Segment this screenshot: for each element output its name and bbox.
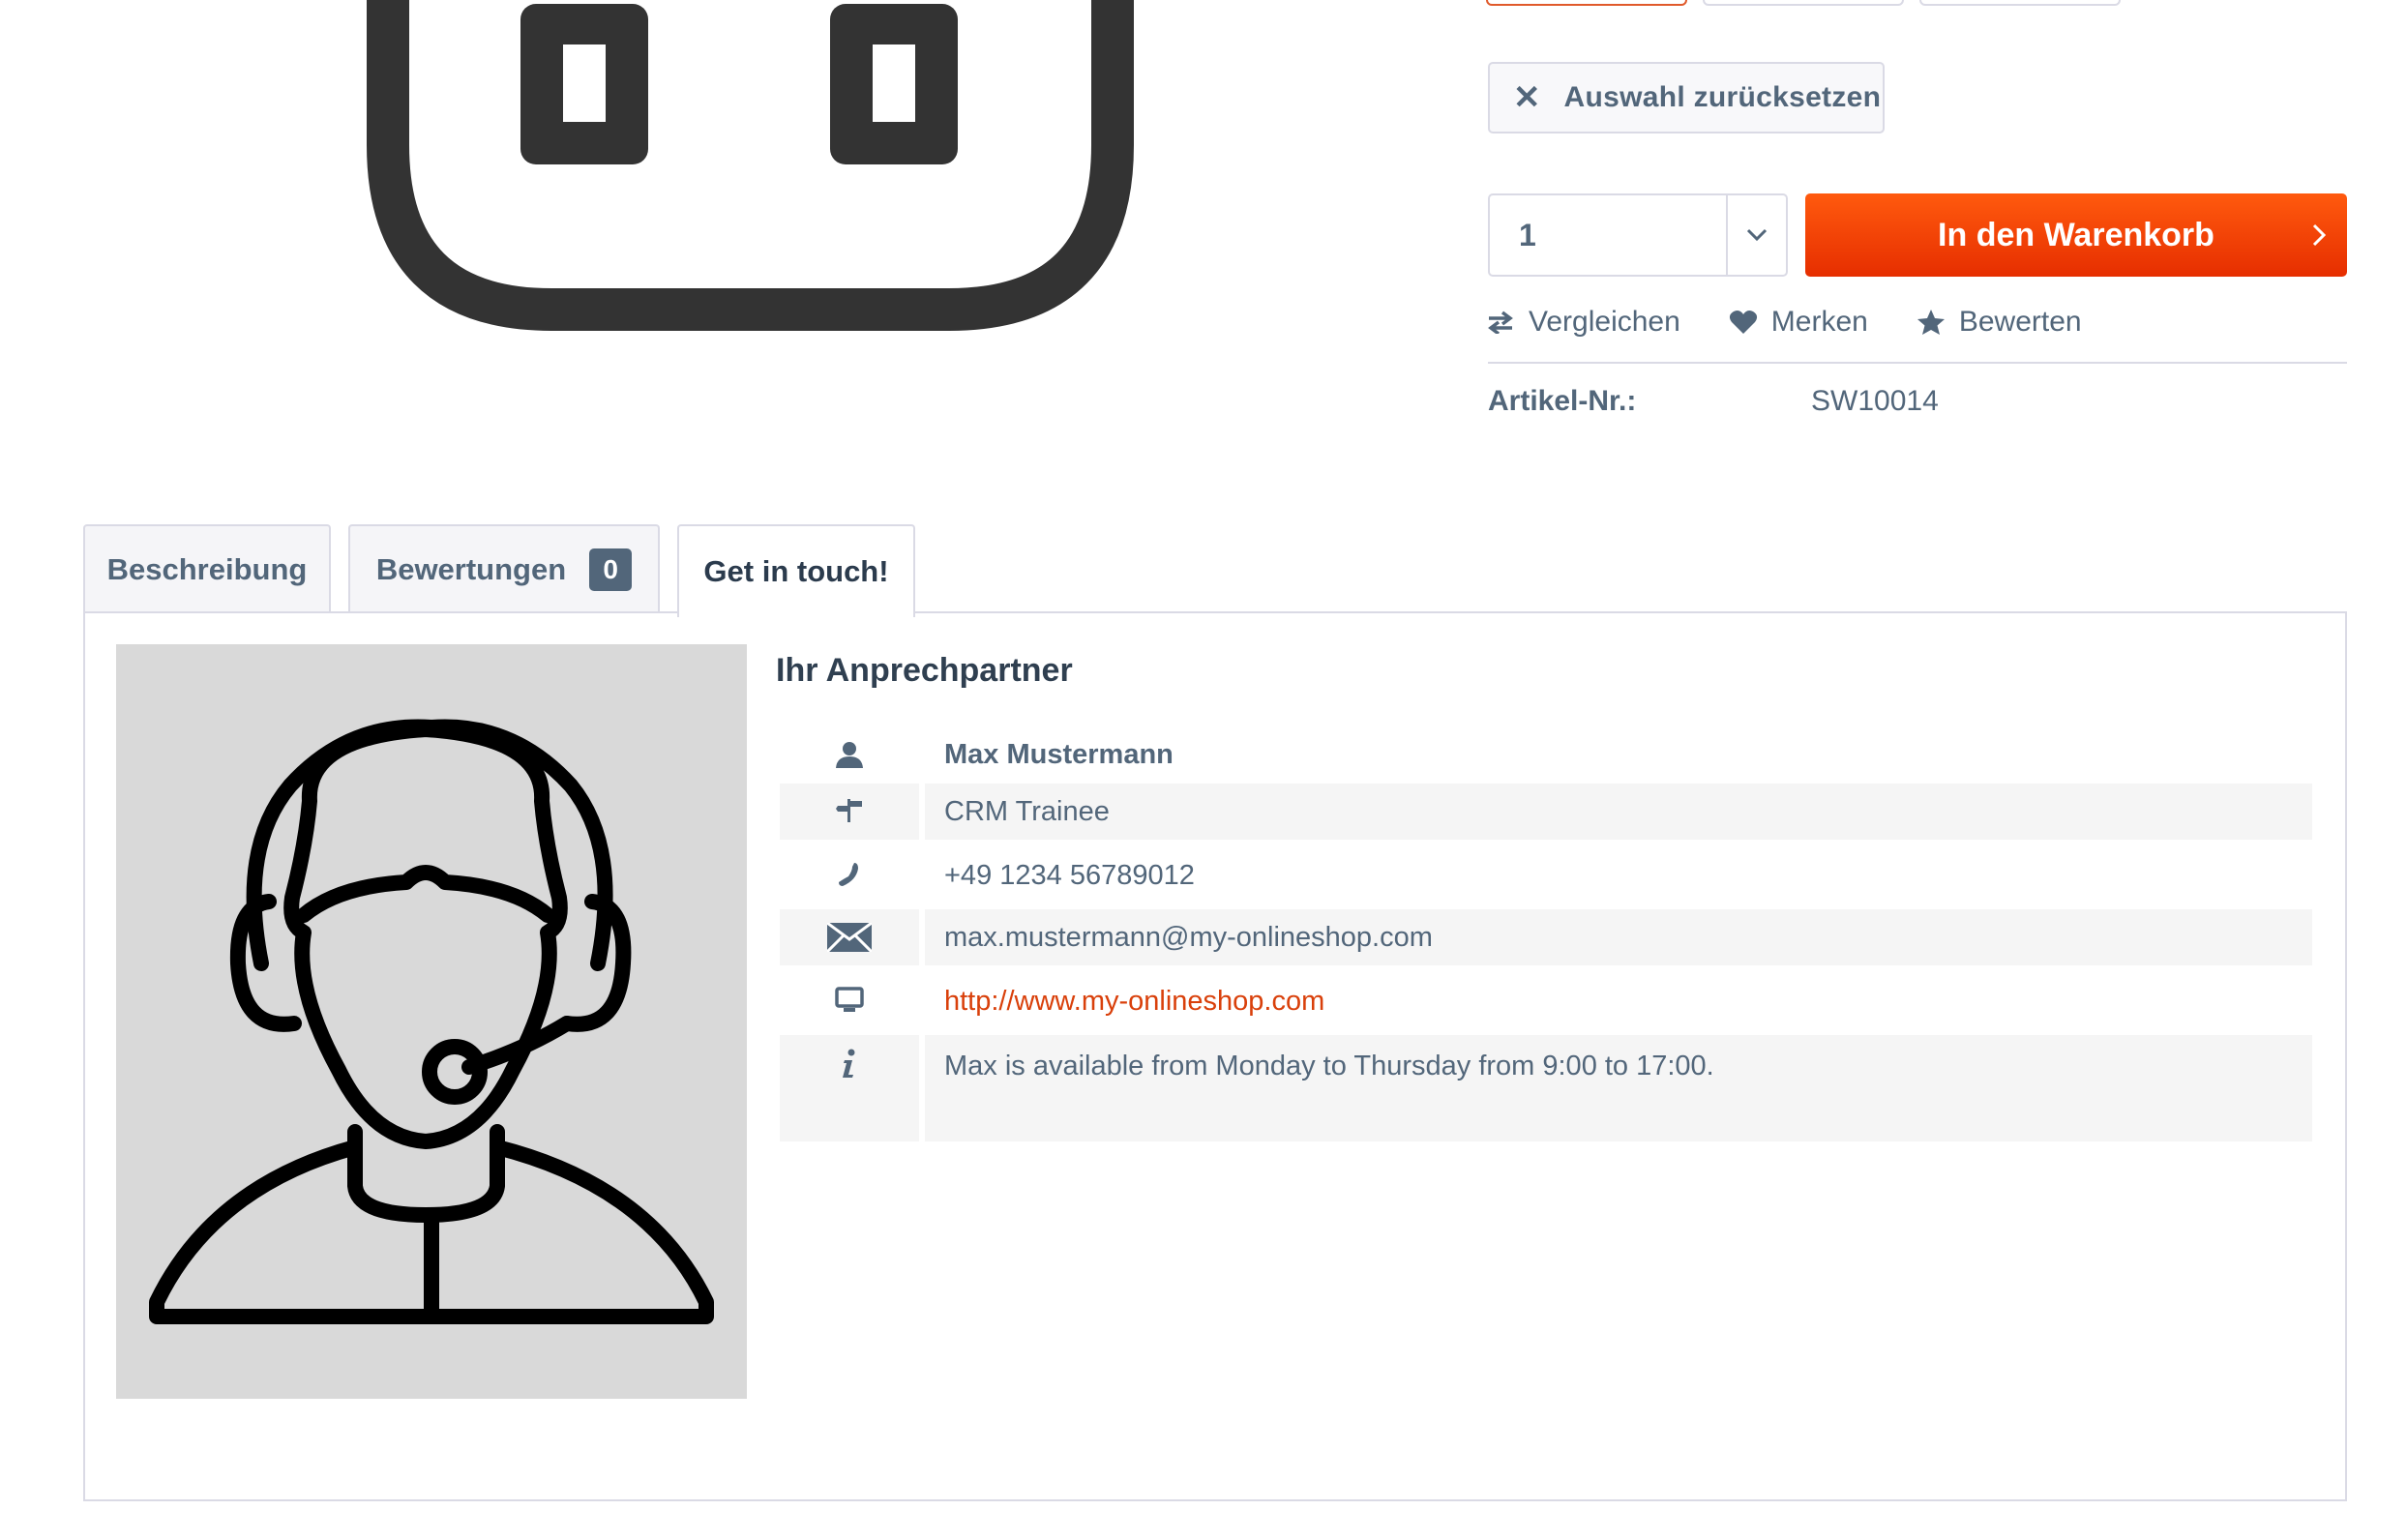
tab-reviews[interactable]: Bewertungen 0 [348, 524, 660, 613]
rate-label: Bewerten [1958, 306, 2082, 338]
contact-heading: Ihr Anprechpartner [776, 652, 1073, 689]
compare-arrows-icon [1486, 308, 1515, 337]
rate-link[interactable]: Bewerten [1917, 306, 2082, 339]
quantity-value: 1 [1519, 217, 1536, 252]
contact-availability-row: Max is available from Monday to Thursday… [780, 1035, 2312, 1141]
divider [1488, 362, 2347, 364]
article-number-label: Artikel-Nr.: [1488, 385, 1637, 417]
reset-selection-label: Auswahl zurücksetzen [1563, 81, 1882, 113]
heart-icon [1729, 308, 1758, 337]
product-image [0, 0, 1471, 464]
user-icon [780, 727, 919, 782]
contact-availability: Max is available from Monday to Thursday… [925, 1035, 2312, 1141]
info-icon [780, 1035, 919, 1141]
contact-position-row: CRM Trainee [780, 784, 2312, 840]
close-icon: ✕ [1513, 79, 1541, 116]
quantity-select[interactable]: 1 [1488, 193, 1788, 277]
review-count-badge: 0 [589, 548, 633, 591]
contact-name: Max Mustermann [944, 738, 1174, 770]
chevron-right-icon [2312, 193, 2326, 277]
product-page: ✕ Auswahl zurücksetzen 1 In den Warenkor… [0, 0, 2407, 1540]
contact-phone[interactable]: +49 1234 56789012 [925, 847, 2312, 903]
signpost-icon [780, 784, 919, 840]
wishlist-label: Merken [1770, 306, 1868, 338]
contact-avatar [116, 644, 747, 1399]
tab-label: Beschreibung [106, 552, 308, 586]
star-icon [1917, 308, 1946, 337]
tab-label: Get in touch! [703, 554, 889, 588]
chevron-down-icon[interactable] [1726, 195, 1786, 275]
contact-email-row: max.mustermann@my-onlineshop.com [780, 909, 2312, 965]
article-number-value: SW10014 [1811, 385, 1939, 417]
variant-swatch[interactable] [1919, 0, 2121, 6]
tab-get-in-touch[interactable]: Get in touch! [677, 524, 915, 617]
variant-swatch[interactable] [1703, 0, 1904, 6]
add-to-cart-label: In den Warenkorb [1938, 216, 2214, 253]
contact-website-link[interactable]: http://www.my-onlineshop.com [925, 973, 2312, 1029]
wishlist-link[interactable]: Merken [1729, 306, 1868, 339]
tab-description[interactable]: Beschreibung [83, 524, 331, 613]
phone-icon [780, 847, 919, 903]
tab-label: Bewertungen [375, 552, 567, 586]
contact-website-row: http://www.my-onlineshop.com [780, 973, 2312, 1029]
variant-swatch-selected[interactable] [1486, 0, 1687, 6]
contact-name-row: Max Mustermann [780, 727, 2312, 782]
add-to-cart-button[interactable]: In den Warenkorb [1805, 193, 2347, 277]
monitor-icon [780, 973, 919, 1029]
product-actions: Vergleichen Merken Bewerten [1486, 306, 2130, 339]
contact-position: CRM Trainee [925, 784, 2312, 840]
contact-phone-row: +49 1234 56789012 [780, 847, 2312, 903]
compare-label: Vergleichen [1529, 306, 1680, 338]
envelope-icon [780, 909, 919, 965]
reset-selection-button[interactable]: ✕ Auswahl zurücksetzen [1488, 62, 1885, 133]
compare-link[interactable]: Vergleichen [1486, 306, 1680, 339]
support-agent-icon [149, 719, 714, 1324]
contact-email[interactable]: max.mustermann@my-onlineshop.com [925, 909, 2312, 965]
plug-outline [367, 0, 1134, 331]
